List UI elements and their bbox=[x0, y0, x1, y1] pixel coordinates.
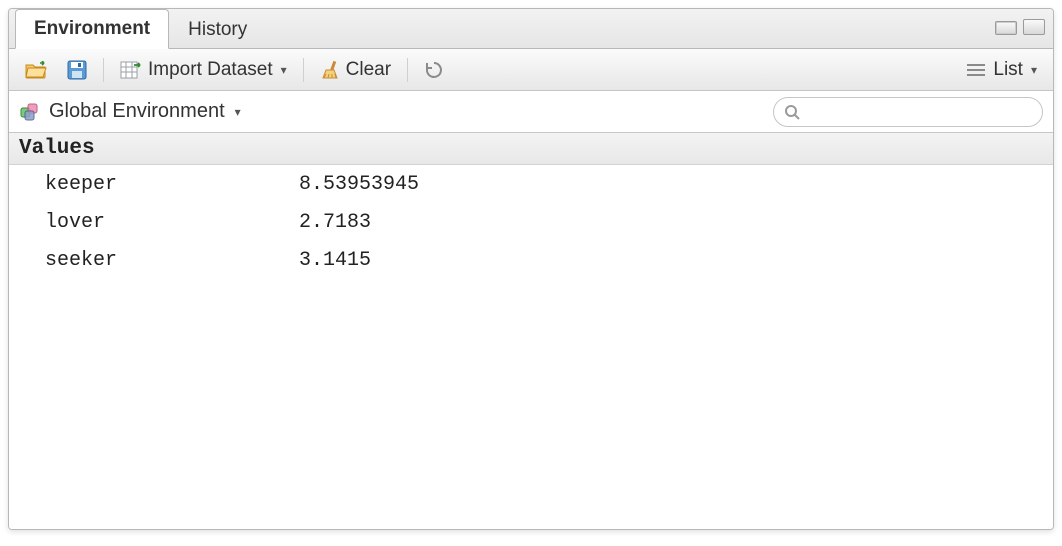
environment-scope-bar: Global Environment ▾ bbox=[9, 91, 1053, 133]
broom-icon bbox=[320, 60, 340, 80]
minimize-button[interactable] bbox=[995, 21, 1017, 35]
tab-history[interactable]: History bbox=[169, 10, 266, 49]
variable-value: 2.7183 bbox=[289, 211, 1053, 234]
environment-panel: Environment History bbox=[8, 8, 1054, 530]
import-dataset-button[interactable]: Import Dataset ▾ bbox=[114, 56, 293, 84]
grid-import-icon bbox=[120, 61, 142, 79]
clear-button[interactable]: Clear bbox=[314, 56, 397, 84]
search-input[interactable] bbox=[806, 103, 1032, 121]
caret-down-icon: ▾ bbox=[1031, 63, 1037, 77]
refresh-button[interactable] bbox=[418, 57, 450, 83]
variable-row[interactable]: seeker3.1415 bbox=[9, 241, 1053, 279]
tab-bar: Environment History bbox=[9, 9, 1053, 49]
import-dataset-label: Import Dataset bbox=[148, 59, 273, 81]
clear-label: Clear bbox=[346, 59, 391, 81]
environment-scope-label: Global Environment bbox=[49, 100, 225, 123]
tab-label: Environment bbox=[34, 18, 150, 39]
maximize-button[interactable] bbox=[1023, 19, 1045, 35]
toolbar-separator bbox=[303, 58, 304, 82]
caret-down-icon: ▾ bbox=[281, 63, 287, 77]
search-icon bbox=[784, 104, 800, 120]
values-header-label: Values bbox=[19, 137, 95, 160]
variable-name: seeker bbox=[9, 249, 289, 272]
variable-row[interactable]: lover2.7183 bbox=[9, 203, 1053, 241]
open-button[interactable] bbox=[19, 58, 53, 82]
variable-value: 3.1415 bbox=[289, 249, 1053, 272]
environment-scope-selector[interactable]: Global Environment ▾ bbox=[19, 100, 241, 123]
toolbar: Import Dataset ▾ Clear bbox=[9, 49, 1053, 91]
list-lines-icon bbox=[965, 62, 987, 78]
variable-name: keeper bbox=[9, 173, 289, 196]
save-button[interactable] bbox=[61, 57, 93, 83]
toolbar-separator bbox=[103, 58, 104, 82]
view-mode-button[interactable]: List ▾ bbox=[959, 56, 1043, 84]
floppy-disk-icon bbox=[67, 60, 87, 80]
refresh-icon bbox=[424, 60, 444, 80]
tab-environment[interactable]: Environment bbox=[15, 9, 169, 49]
variable-value: 8.53953945 bbox=[289, 173, 1053, 196]
caret-down-icon: ▾ bbox=[235, 105, 241, 119]
search-box[interactable] bbox=[773, 97, 1043, 127]
window-controls bbox=[995, 19, 1045, 35]
environment-cubes-icon bbox=[19, 102, 41, 122]
variable-name: lover bbox=[9, 211, 289, 234]
view-mode-label: List bbox=[993, 59, 1023, 81]
variable-row[interactable]: keeper8.53953945 bbox=[9, 165, 1053, 203]
values-list: keeper8.53953945lover2.7183seeker3.1415 bbox=[9, 165, 1053, 529]
folder-open-icon bbox=[25, 61, 47, 79]
toolbar-separator bbox=[407, 58, 408, 82]
values-section-header: Values bbox=[9, 133, 1053, 165]
tab-label: History bbox=[188, 19, 247, 40]
